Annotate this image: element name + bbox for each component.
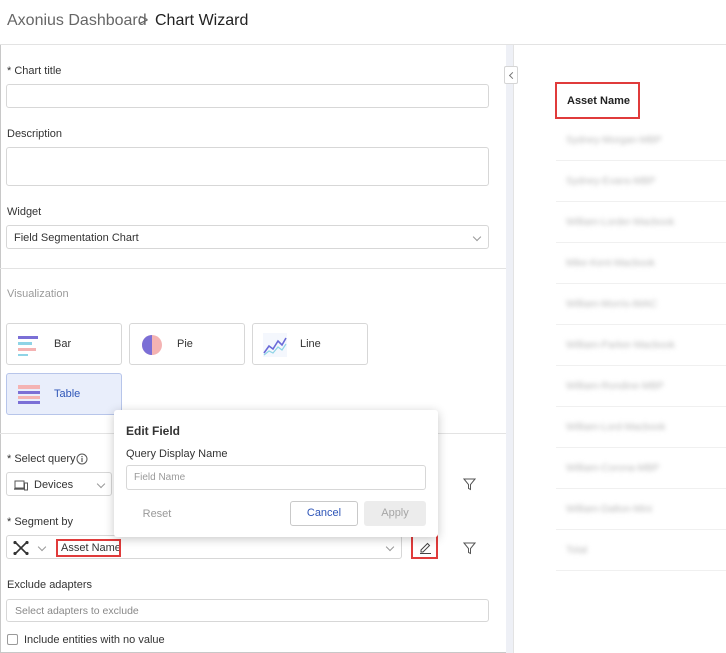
exclude-adapters-placeholder: Select adapters to exclude (15, 605, 139, 617)
breadcrumb-dashboard[interactable]: Axonius Dashboard (7, 12, 147, 30)
viz-option-line[interactable]: Line (252, 323, 368, 365)
reset-button[interactable]: Reset (130, 502, 184, 526)
highlight-segment-field (56, 539, 121, 557)
table-row: William-Rondine-MBP (556, 367, 726, 407)
chevron-down-icon (472, 232, 482, 242)
popup-title: Edit Field (126, 424, 180, 438)
table-cell: William-Corona-MBP (566, 463, 660, 474)
exclude-adapters-label: Exclude adapters (7, 579, 92, 591)
table-cell: Sydney-Evans-MBP (566, 176, 656, 187)
table-row: William-Lorder-Macbook (556, 203, 726, 243)
filter-icon[interactable] (463, 478, 476, 491)
column-header-label: Asset Name (567, 95, 630, 107)
table-row: William-Lord-Macbook (556, 408, 726, 448)
table-cell: Total (566, 545, 588, 556)
chevron-down-icon (96, 479, 106, 489)
table-row: William-Morris-iMAC (556, 285, 726, 325)
page-header: Axonius Dashboard > Chart Wizard (0, 0, 726, 45)
viz-option-label: Bar (54, 338, 72, 350)
query-entity-value: Devices (34, 479, 74, 491)
table-cell: Mike-Kent-Macbook (566, 258, 655, 269)
info-icon[interactable] (76, 453, 88, 465)
chart-title-label: * Chart title (7, 65, 62, 77)
table-cell: William-Dalton-Mini (566, 504, 653, 515)
chevron-down-icon (37, 542, 47, 552)
widget-label: Widget (7, 206, 42, 218)
field-name-placeholder: Field Name (134, 472, 186, 483)
table-cell: William-Rondine-MBP (566, 381, 664, 392)
filter-icon[interactable] (463, 542, 476, 555)
table-cell: William-Morris-iMAC (566, 299, 658, 310)
select-query-label: * Select query (7, 453, 76, 465)
section-divider (0, 268, 506, 269)
pencil-icon (420, 542, 431, 554)
description-label: Description (7, 128, 63, 140)
bar-chart-icon (18, 336, 38, 356)
pie-chart-icon (142, 335, 162, 355)
cancel-button[interactable]: Cancel (290, 501, 358, 526)
edit-field-button[interactable] (411, 534, 438, 559)
preview-column-header: Asset Name (555, 82, 640, 119)
table-cell: William-Lorder-Macbook (566, 217, 675, 228)
viz-option-label: Pie (177, 338, 193, 350)
query-display-name-label: Query Display Name (126, 448, 228, 460)
description-textarea[interactable] (6, 147, 489, 186)
table-row: William-Corona-MBP (556, 449, 726, 489)
widget-select[interactable]: Field Segmentation Chart (6, 225, 489, 249)
widget-value: Field Segmentation Chart (14, 232, 139, 244)
collapse-panel-button[interactable] (504, 66, 518, 84)
include-empty-checkbox[interactable] (7, 634, 18, 645)
table-row: Total (556, 531, 726, 571)
table-row: William-Parker-Macbook (556, 326, 726, 366)
visualization-label: Visualization (7, 288, 69, 300)
apply-button[interactable]: Apply (364, 501, 426, 526)
viz-option-pie[interactable]: Pie (129, 323, 245, 365)
device-icon (14, 480, 28, 491)
breadcrumb-separator: > (139, 12, 149, 29)
chart-title-input[interactable] (6, 84, 489, 108)
edit-field-popup: Edit Field Query Display Name Field Name… (114, 410, 438, 537)
table-cell: Sydney-Morgan-MBP (566, 135, 662, 146)
table-row: William-Dalton-Mini (556, 490, 726, 530)
exclude-adapters-input[interactable]: Select adapters to exclude (6, 599, 489, 622)
table-row: Sydney-Evans-MBP (556, 162, 726, 202)
all-adapters-icon (13, 541, 29, 555)
table-row: Mike-Kent-Macbook (556, 244, 726, 284)
chevron-left-icon (508, 71, 517, 80)
viz-option-label: Line (300, 338, 321, 350)
table-cell: William-Lord-Macbook (566, 422, 666, 433)
page-title: Chart Wizard (155, 12, 249, 29)
segment-by-label: * Segment by (7, 516, 74, 528)
table-row: Sydney-Morgan-MBP (556, 121, 726, 161)
viz-option-table[interactable]: Table (6, 373, 122, 415)
viz-option-bar[interactable]: Bar (6, 323, 122, 365)
table-icon (18, 385, 40, 404)
field-name-input[interactable]: Field Name (126, 465, 426, 490)
chevron-down-icon (385, 542, 395, 552)
query-entity-select[interactable]: Devices (6, 472, 112, 496)
table-cell: William-Parker-Macbook (566, 340, 675, 351)
line-chart-icon (263, 333, 287, 357)
panel-splitter[interactable] (506, 45, 513, 653)
viz-option-label: Table (54, 388, 81, 400)
include-empty-label: Include entities with no value (24, 634, 165, 646)
